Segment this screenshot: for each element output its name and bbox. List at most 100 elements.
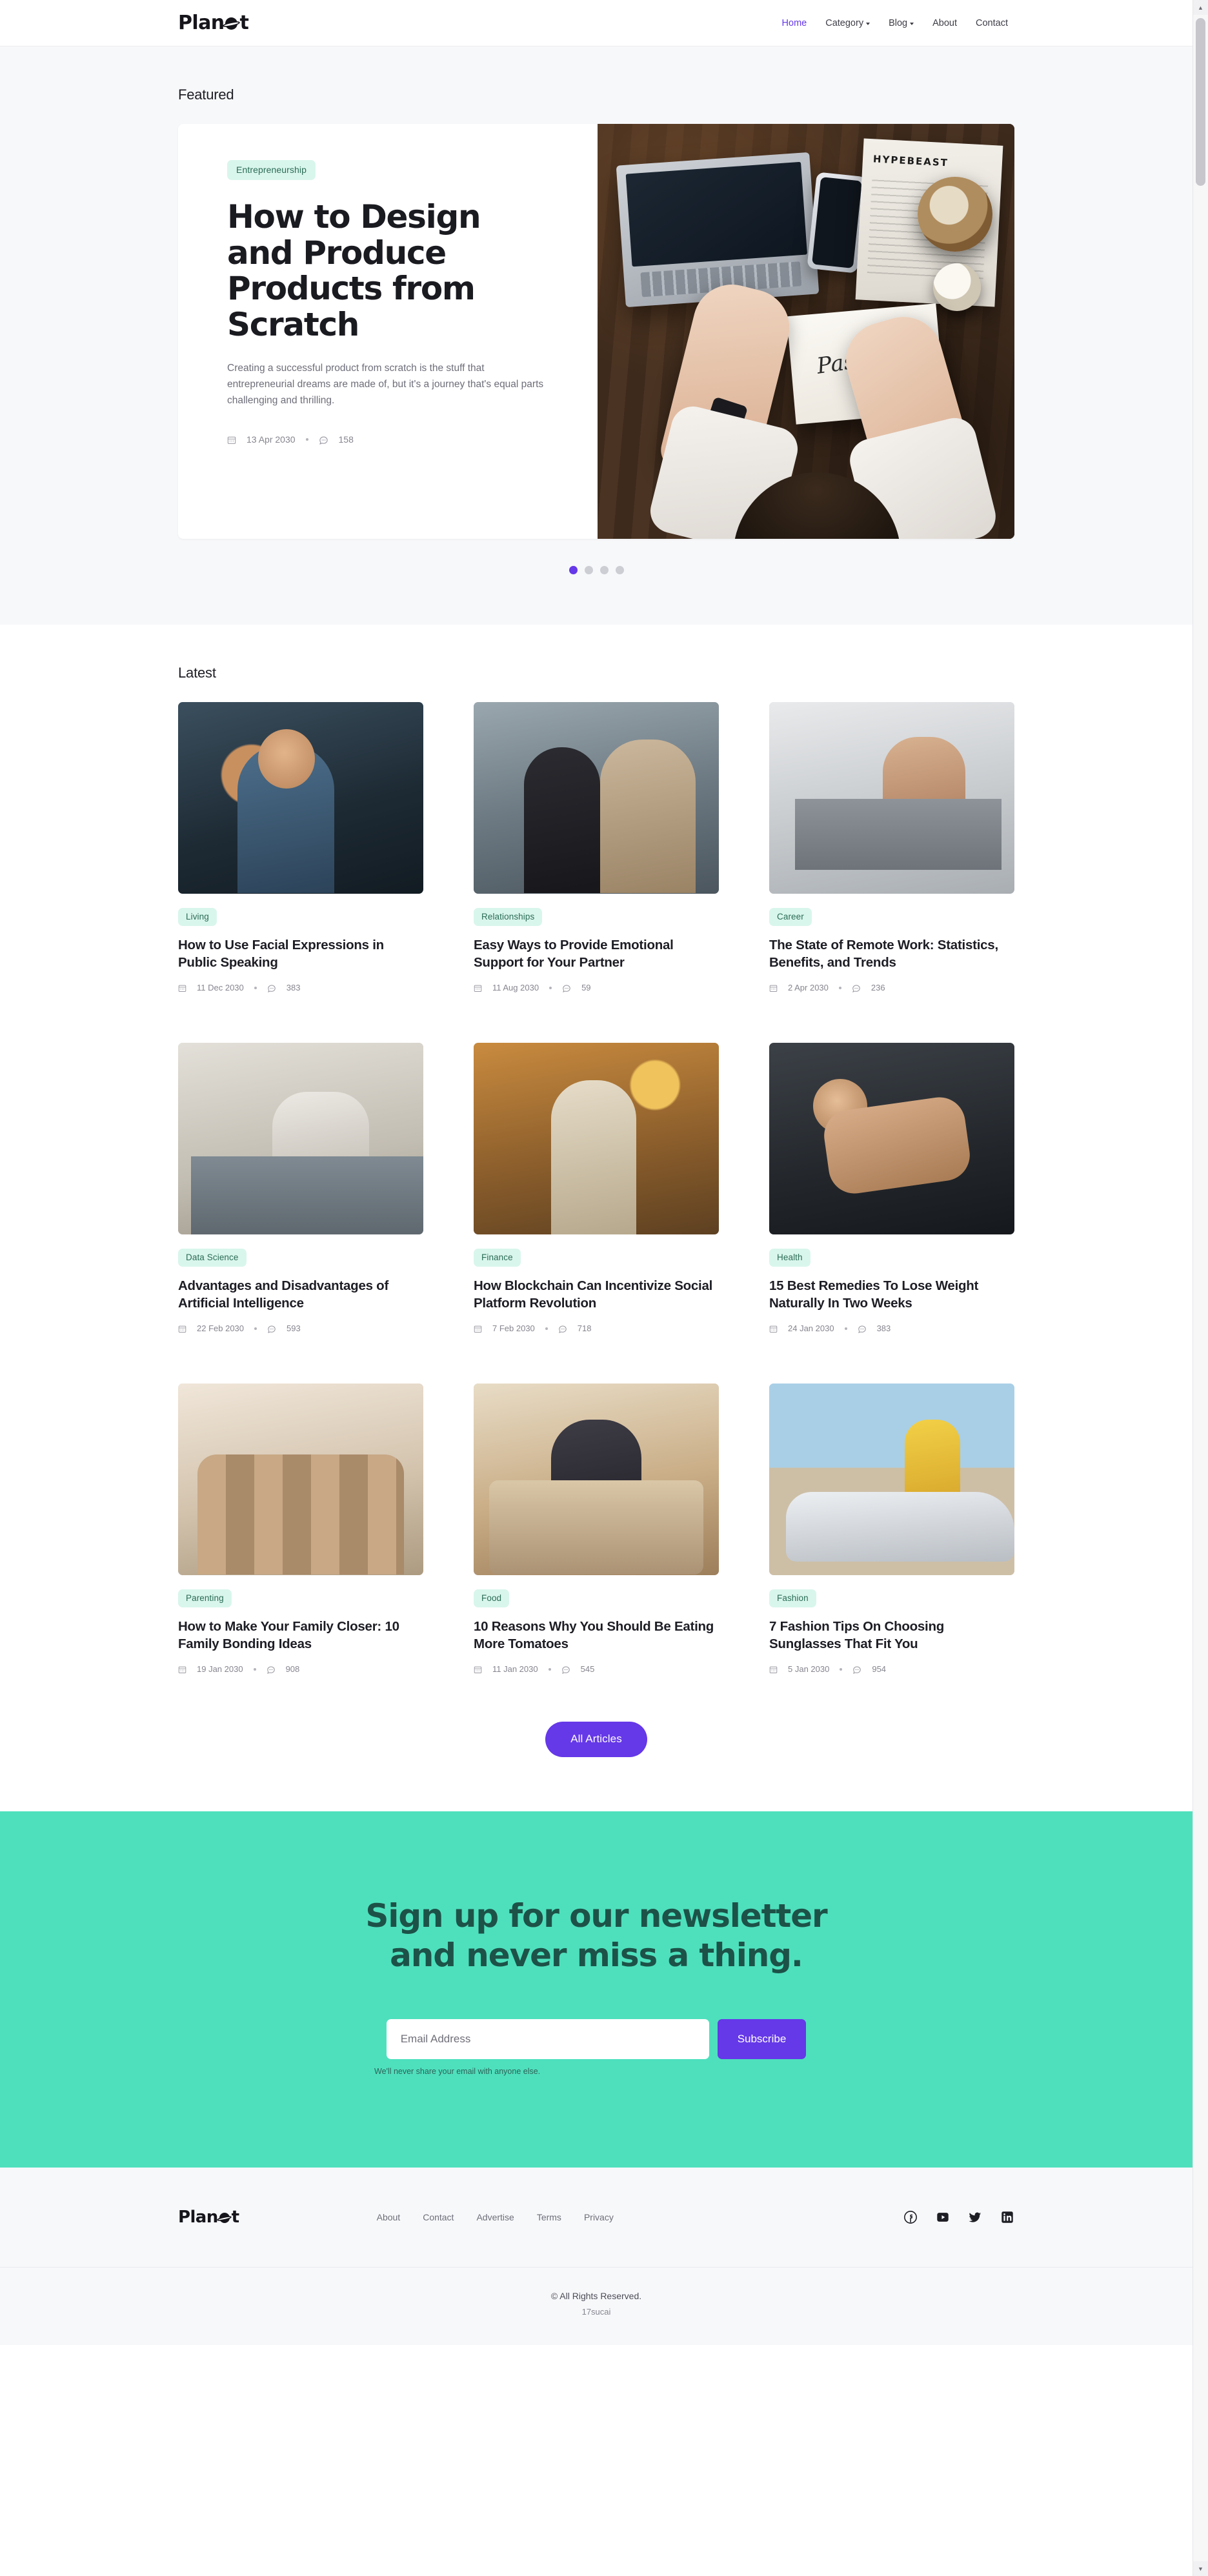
article-meta: 5 Jan 2030 954 <box>769 1664 1014 1674</box>
calendar-icon <box>769 1325 778 1333</box>
nav-item-about[interactable]: About <box>932 18 957 28</box>
newsletter-privacy-note: We'll never share your email with anyone… <box>374 2067 541 2077</box>
comment-icon <box>267 984 276 993</box>
nav-label: Category <box>825 17 864 28</box>
newsletter-privacy-note-row: We'll never share your email with anyone… <box>374 2067 818 2076</box>
featured-article-text: Entrepreneurship How to Design and Produ… <box>178 124 598 539</box>
article-grid: Living How to Use Facial Expressions in … <box>178 702 1014 1674</box>
article-image <box>474 1384 719 1576</box>
scrollbar-thumb[interactable] <box>1196 18 1205 186</box>
meta-separator-dot <box>548 1667 551 1671</box>
main-nav: Home Category Blog About Contact <box>782 18 1008 28</box>
featured-category-badge[interactable]: Entrepreneurship <box>227 160 316 180</box>
page-scrollbar[interactable]: ▲ ▼ <box>1193 0 1208 2576</box>
carousel-dots[interactable] <box>178 566 1014 574</box>
article-card[interactable]: Career The State of Remote Work: Statist… <box>769 702 1014 992</box>
social-links <box>903 2210 1014 2224</box>
footer-links: About Contact Advertise Terms Privacy <box>377 2212 614 2222</box>
article-category-badge[interactable]: Parenting <box>178 1589 232 1608</box>
scroll-down-arrow[interactable]: ▼ <box>1193 2561 1208 2576</box>
article-card[interactable]: Finance How Blockchain Can Incentivize S… <box>474 1043 719 1333</box>
article-card[interactable]: Data Science Advantages and Disadvantage… <box>178 1043 423 1333</box>
article-category-badge[interactable]: Food <box>474 1589 510 1608</box>
article-meta: 19 Jan 2030 908 <box>178 1664 423 1674</box>
calendar-icon <box>178 984 186 992</box>
article-date: 24 Jan 2030 <box>788 1323 834 1334</box>
article-date: 11 Aug 2030 <box>492 983 539 993</box>
article-card[interactable]: Fashion 7 Fashion Tips On Choosing Sungl… <box>769 1384 1014 1674</box>
article-category-badge[interactable]: Career <box>769 908 812 926</box>
article-category-badge[interactable]: Data Science <box>178 1249 247 1267</box>
nav-item-category[interactable]: Category <box>825 17 871 28</box>
article-title: How to Make Your Family Closer: 10 Famil… <box>178 1619 399 1652</box>
calendar-icon <box>769 984 778 992</box>
article-card[interactable]: Health 15 Best Remedies To Lose Weight N… <box>769 1043 1014 1333</box>
featured-section-title: Featured <box>178 86 234 103</box>
featured-article-meta: 13 Apr 2030 158 <box>227 434 551 445</box>
youtube-icon[interactable] <box>936 2210 950 2224</box>
nav-label: About <box>932 17 958 28</box>
footer-link-privacy[interactable]: Privacy <box>584 2212 614 2222</box>
carousel-dot-3[interactable] <box>599 566 609 574</box>
comment-icon <box>558 1325 567 1334</box>
featured-article-excerpt: Creating a successful product from scrat… <box>227 363 544 407</box>
article-title: 7 Fashion Tips On Choosing Sunglasses Th… <box>769 1619 945 1652</box>
article-meta: 7 Feb 2030 718 <box>474 1323 719 1333</box>
article-date: 19 Jan 2030 <box>197 1664 243 1675</box>
article-title: How Blockchain Can Incentivize Social Pl… <box>474 1278 713 1311</box>
site-logo[interactable]: Plan t <box>178 13 249 33</box>
twitter-icon[interactable] <box>968 2210 982 2224</box>
linkedin-icon[interactable] <box>1000 2210 1014 2224</box>
article-card[interactable]: Food 10 Reasons Why You Should Be Eating… <box>474 1384 719 1674</box>
scroll-up-arrow[interactable]: ▲ <box>1193 0 1208 15</box>
article-card[interactable]: Parenting How to Make Your Family Closer… <box>178 1384 423 1674</box>
article-card[interactable]: Relationships Easy Ways to Provide Emoti… <box>474 702 719 992</box>
article-image <box>178 702 423 894</box>
footer-link-contact[interactable]: Contact <box>423 2212 454 2222</box>
article-category-badge[interactable]: Living <box>178 908 217 926</box>
comment-icon <box>852 1665 861 1675</box>
article-title: The State of Remote Work: Statistics, Be… <box>769 938 998 971</box>
carousel-dot-4[interactable] <box>615 566 624 574</box>
footer-logo[interactable]: Plan t <box>178 2209 239 2226</box>
meta-separator-dot <box>254 986 257 989</box>
article-meta: 22 Feb 2030 593 <box>178 1323 423 1333</box>
nav-item-blog[interactable]: Blog <box>889 18 914 28</box>
meta-separator-dot <box>838 986 841 989</box>
comment-icon <box>267 1325 276 1334</box>
chevron-down-icon <box>910 22 914 25</box>
carousel-dot-1[interactable] <box>569 566 578 574</box>
all-articles-button[interactable]: All Articles <box>545 1722 647 1758</box>
featured-comment-count: 158 <box>338 434 354 445</box>
article-title: 15 Best Remedies To Lose Weight Naturall… <box>769 1278 979 1311</box>
subscribe-button[interactable]: Subscribe <box>717 2019 807 2060</box>
comment-icon <box>858 1325 867 1334</box>
article-meta: 24 Jan 2030 383 <box>769 1323 1014 1333</box>
footer-link-about[interactable]: About <box>377 2212 401 2222</box>
article-category-badge[interactable]: Health <box>769 1249 810 1267</box>
article-image <box>769 1384 1014 1576</box>
footer-link-advertise[interactable]: Advertise <box>476 2212 514 2222</box>
newsletter-form: Subscribe <box>0 2019 1193 2060</box>
nav-label: Contact <box>976 17 1008 28</box>
meta-separator-dot <box>305 438 308 441</box>
featured-article-card[interactable]: Entrepreneurship How to Design and Produ… <box>178 124 1014 539</box>
article-image <box>474 702 719 894</box>
article-card[interactable]: Living How to Use Facial Expressions in … <box>178 702 423 992</box>
article-date: 11 Jan 2030 <box>492 1664 538 1675</box>
nav-item-home[interactable]: Home <box>782 18 807 28</box>
featured-article-image <box>598 124 1014 539</box>
carousel-dot-2[interactable] <box>584 566 593 574</box>
email-input[interactable] <box>386 2019 709 2060</box>
featured-section: Featured Entrepreneurship How to Design … <box>0 46 1193 625</box>
article-date: 5 Jan 2030 <box>788 1664 830 1675</box>
article-comment-count: 954 <box>872 1664 887 1675</box>
featured-article-title: How to Design and Produce Products from … <box>227 198 481 343</box>
article-category-badge[interactable]: Fashion <box>769 1589 816 1608</box>
article-category-badge[interactable]: Relationships <box>474 908 543 926</box>
featured-date: 13 Apr 2030 <box>247 434 296 445</box>
facebook-icon[interactable] <box>903 2210 918 2224</box>
nav-item-contact[interactable]: Contact <box>976 18 1008 28</box>
article-category-badge[interactable]: Finance <box>474 1249 521 1267</box>
footer-link-terms[interactable]: Terms <box>537 2212 561 2222</box>
